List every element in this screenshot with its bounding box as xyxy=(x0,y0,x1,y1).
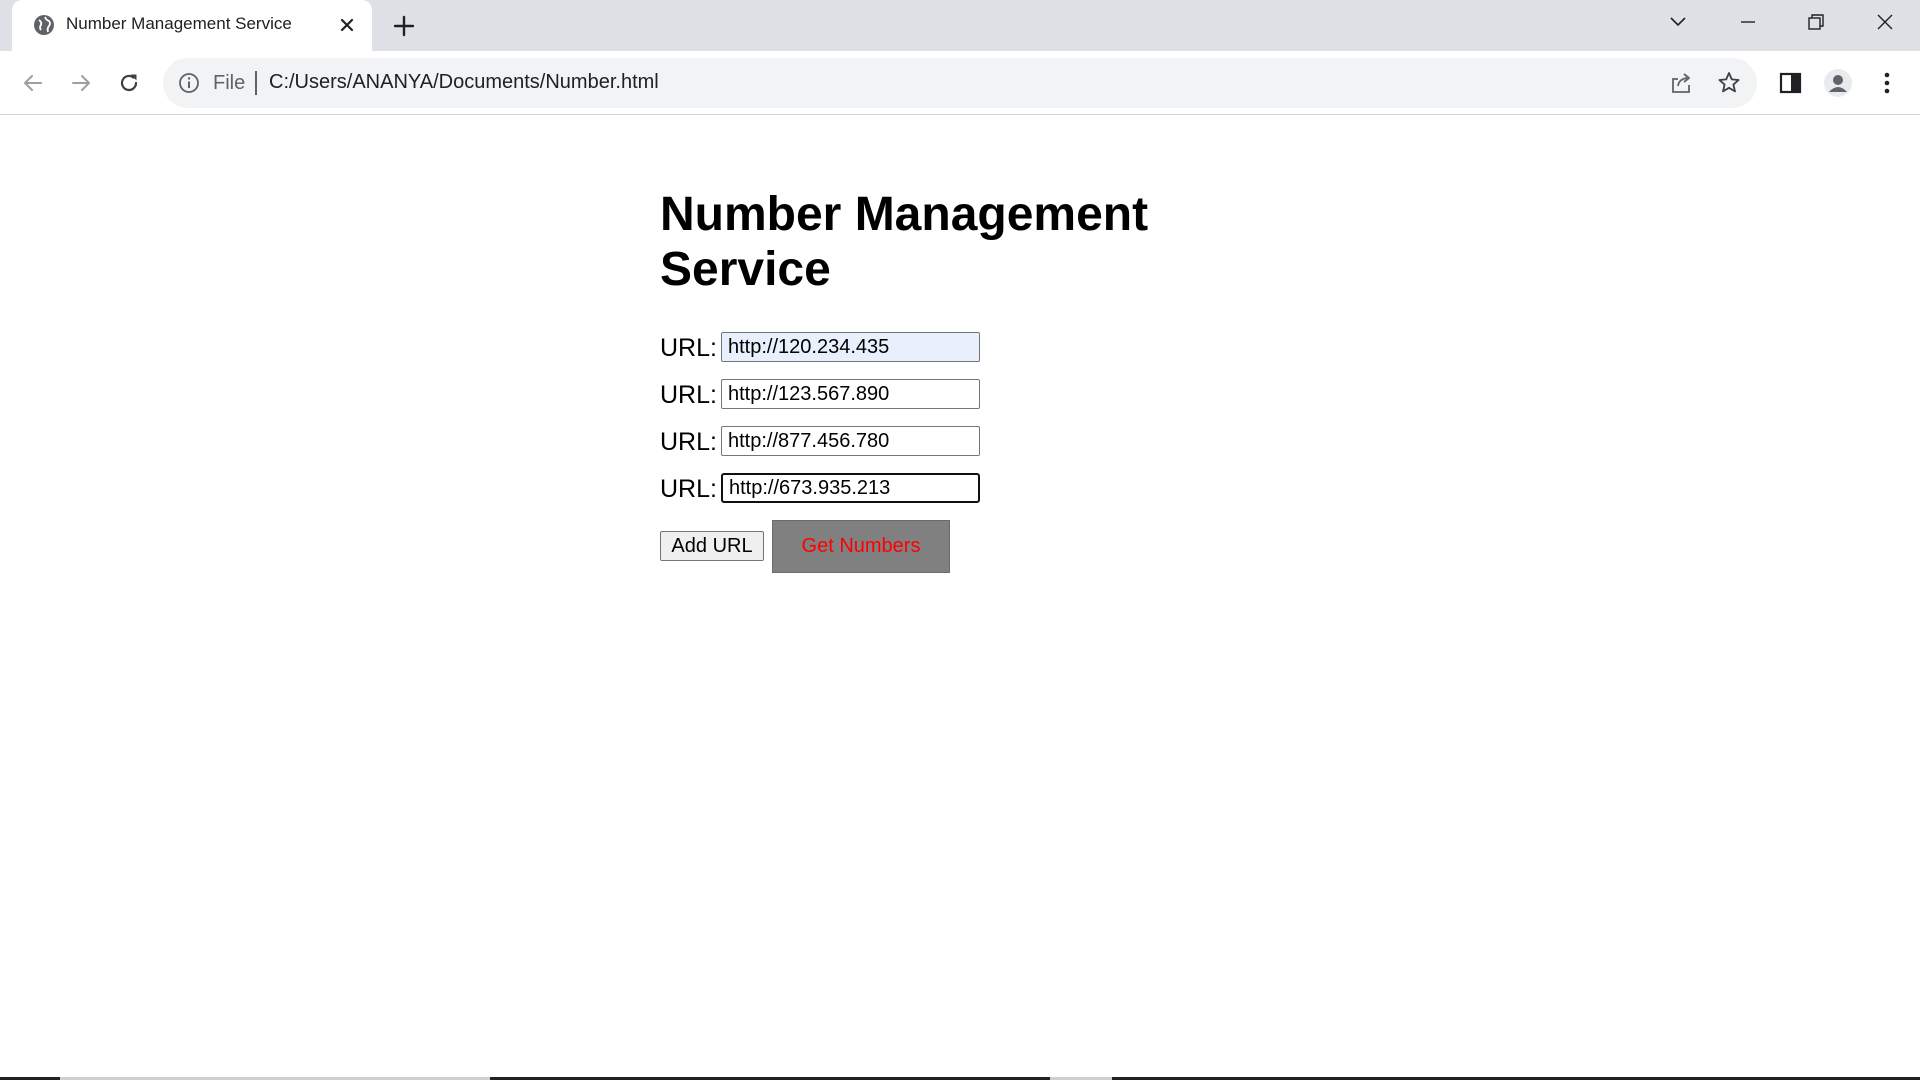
window-close-icon[interactable] xyxy=(1851,0,1919,44)
restore-icon[interactable] xyxy=(1782,0,1850,44)
url-label: URL: xyxy=(660,428,717,456)
plus-icon[interactable] xyxy=(390,12,418,40)
url-input[interactable] xyxy=(721,426,980,456)
minimize-icon[interactable] xyxy=(1714,0,1782,44)
url-label: URL: xyxy=(660,475,717,503)
browser-toolbar: File C:/Users/ANANYA/Documents/Number.ht… xyxy=(0,51,1920,115)
reload-icon[interactable] xyxy=(111,65,147,101)
add-url-button[interactable]: Add URL xyxy=(660,531,764,561)
url-input[interactable] xyxy=(721,332,980,362)
arrow-right-icon[interactable] xyxy=(63,65,99,101)
browser-tab-active[interactable]: Number Management Service xyxy=(12,0,372,51)
url-input[interactable] xyxy=(721,379,980,409)
page-viewport: Number Management Service URL: URL: URL:… xyxy=(0,115,1920,1080)
close-icon[interactable] xyxy=(334,12,360,38)
address-bar[interactable]: File C:/Users/ANANYA/Documents/Number.ht… xyxy=(163,58,1757,108)
tab-title: Number Management Service xyxy=(66,14,292,33)
address-url[interactable]: C:/Users/ANANYA/Documents/Number.html xyxy=(269,71,659,94)
get-numbers-button[interactable]: Get Numbers xyxy=(772,520,950,573)
arrow-left-icon[interactable] xyxy=(15,65,51,101)
side-panel-icon[interactable] xyxy=(1776,68,1806,98)
page-title: Number Management Service xyxy=(660,188,1149,296)
globe-icon xyxy=(32,13,56,37)
url-label: URL: xyxy=(660,334,717,362)
star-icon[interactable] xyxy=(1716,70,1742,96)
scheme-label: File xyxy=(213,72,246,94)
share-icon[interactable] xyxy=(1668,70,1694,96)
info-icon[interactable] xyxy=(177,71,201,95)
kebab-menu-icon[interactable] xyxy=(1872,68,1902,98)
url-label: URL: xyxy=(660,381,717,409)
url-input[interactable] xyxy=(721,473,980,503)
profile-icon[interactable] xyxy=(1823,68,1853,98)
tab-search-chevron-down-icon[interactable] xyxy=(1644,0,1712,44)
browser-titlebar: Number Management Service xyxy=(0,0,1920,51)
address-separator xyxy=(255,71,257,95)
